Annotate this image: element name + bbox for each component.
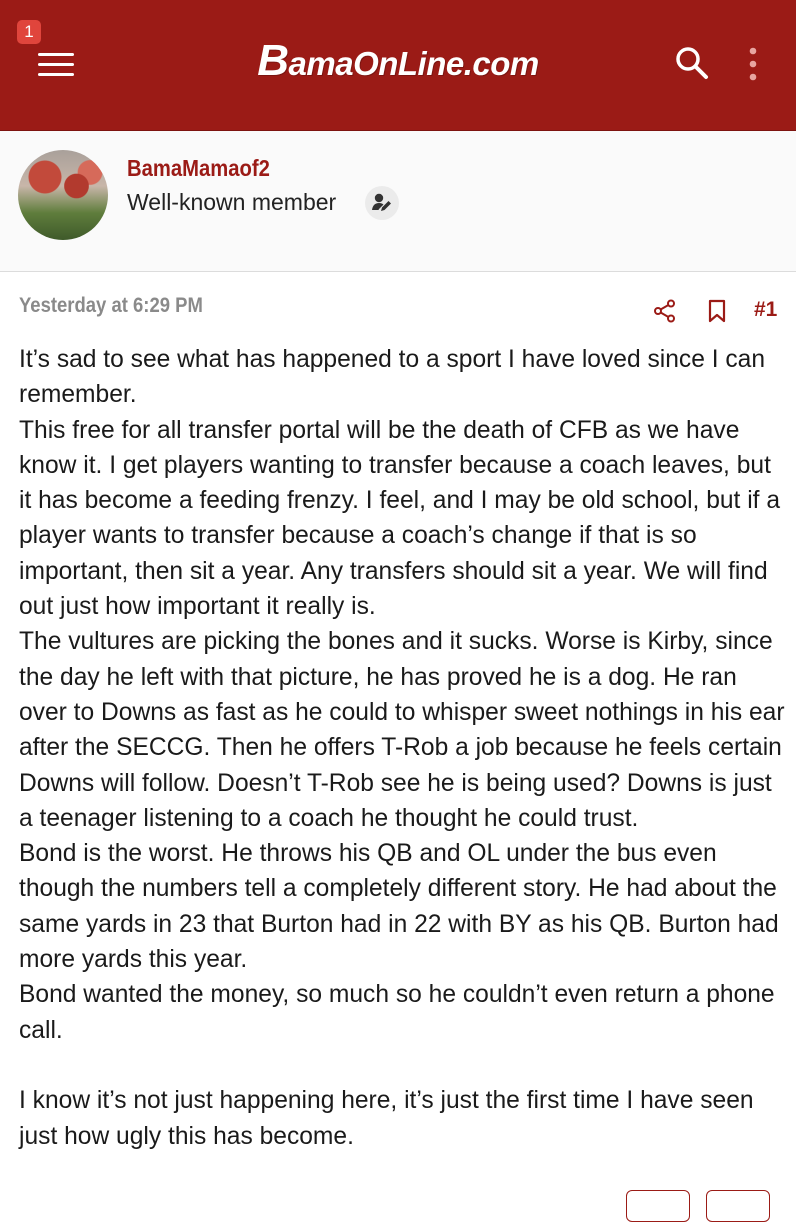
- logo-rest: amaOnLine.com: [288, 45, 540, 82]
- post-paragraph: It’s sad to see what has happened to a s…: [19, 346, 772, 409]
- share-icon[interactable]: [653, 299, 677, 323]
- user-edit-icon[interactable]: [365, 186, 399, 220]
- post-body: It’s sad to see what has happened to a s…: [19, 342, 789, 1154]
- post-paragraph: The vultures are picking the bones and i…: [19, 628, 792, 832]
- avatar[interactable]: [18, 150, 108, 240]
- bookmark-icon[interactable]: [706, 299, 728, 323]
- reaction-button[interactable]: [626, 1190, 690, 1222]
- post-number-link[interactable]: #1: [754, 298, 777, 322]
- post-paragraph: Bond is the worst. He throws his QB and …: [19, 840, 786, 974]
- logo-initial: B: [257, 36, 289, 85]
- member-title: Well-known member: [127, 189, 337, 215]
- search-icon[interactable]: [673, 44, 713, 84]
- username-link[interactable]: BamaMamaof2: [127, 155, 270, 182]
- post-paragraph: This free for all transfer portal will b…: [19, 416, 787, 621]
- post-paragraph: I know it’s not just happening here, it’…: [19, 1087, 761, 1150]
- top-navigation-bar: 1 BamaOnLine.com: [0, 0, 796, 131]
- post-timestamp[interactable]: Yesterday at 6:29 PM: [19, 294, 203, 318]
- reply-button[interactable]: [706, 1190, 770, 1222]
- post-paragraph: Bond wanted the money, so much so he cou…: [19, 981, 782, 1044]
- vertical-dots-icon[interactable]: [743, 46, 763, 82]
